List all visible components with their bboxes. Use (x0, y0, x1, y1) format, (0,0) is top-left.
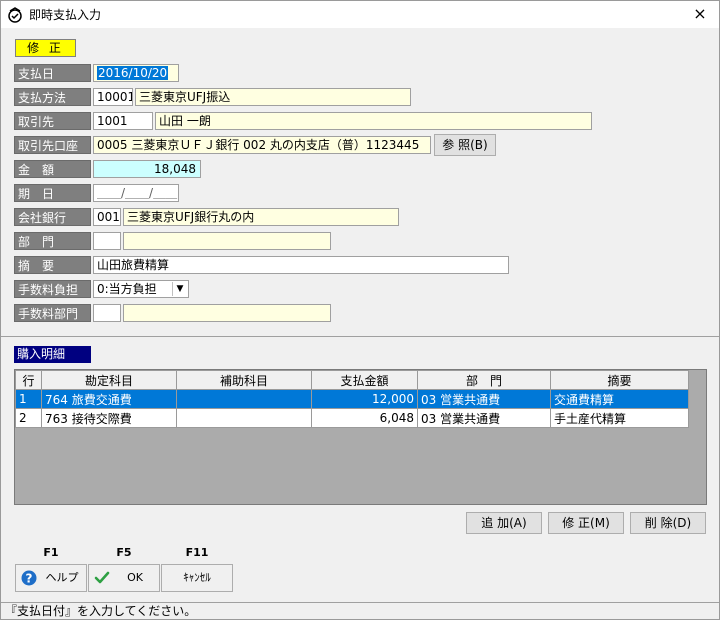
table-header-row: 行 勘定科目 補助科目 支払金額 部 門 摘要 (15, 370, 689, 390)
cancel-button-label: ｷｬﾝｾﾙ (183, 571, 211, 584)
cell-department: 03 営業共通費 (417, 408, 551, 428)
col-header-memo[interactable]: 摘要 (550, 370, 689, 390)
ok-button[interactable]: OK (88, 564, 160, 592)
table-row[interactable]: 1 764 旅費交通費 12,000 03 営業共通費 交通費精算 (15, 389, 689, 409)
pay-date-label: 支払日 (14, 64, 91, 82)
account-code: 764 (45, 392, 68, 407)
f5-key-label: F5 (116, 546, 132, 559)
help-button-label: ヘルプ (45, 571, 79, 584)
payee-account-label: 取引先口座 (14, 136, 91, 154)
table-row[interactable]: 2 763 接待交際費 6,048 03 営業共通費 手土産代精算 (15, 408, 689, 428)
cell-account: 763 接待交際費 (41, 408, 177, 428)
chevron-down-icon: ▼ (172, 282, 187, 296)
payee-name: 山田 一朗 (155, 112, 592, 130)
memo-field[interactable]: 山田旅費精算 (93, 256, 509, 274)
col-header-amount[interactable]: 支払金額 (311, 370, 418, 390)
due-date-label: 期 日 (14, 184, 91, 202)
col-header-account[interactable]: 勘定科目 (41, 370, 177, 390)
fee-burden-value: 0:当方負担 (97, 282, 157, 296)
detail-section-label: 購入明細 (14, 346, 91, 363)
department-name: 営業共通費 (440, 411, 501, 426)
fee-department-code-field[interactable] (93, 304, 121, 322)
title-bar: 即時支払入力 × (1, 1, 719, 28)
cell-line: 2 (15, 408, 42, 428)
detail-table: 行 勘定科目 補助科目 支払金額 部 門 摘要 1 764 旅費交通費 12,0… (15, 370, 689, 428)
divider (1, 336, 719, 337)
payee-code-field[interactable]: 1001 (93, 112, 153, 130)
fee-burden-label: 手数料負担 (14, 280, 91, 298)
payee-label: 取引先 (14, 112, 91, 130)
company-bank-name: 三菱東京UFJ銀行丸の内 (123, 208, 399, 226)
cell-account: 764 旅費交通費 (41, 389, 177, 409)
close-button[interactable]: × (687, 3, 713, 25)
pay-method-name: 三菱東京UFJ振込 (135, 88, 411, 106)
detail-grid[interactable]: 行 勘定科目 補助科目 支払金額 部 門 摘要 1 764 旅費交通費 12,0… (14, 369, 707, 505)
window-title: 即時支払入力 (29, 8, 102, 22)
reference-button[interactable]: 参 照(B) (434, 134, 496, 156)
department-name: 営業共通費 (440, 392, 501, 407)
pay-method-code-field[interactable]: 10001 (93, 88, 133, 106)
add-button[interactable]: 追 加(A) (466, 512, 542, 534)
check-icon (94, 571, 110, 584)
account-name: 旅費交通費 (71, 392, 132, 407)
ok-button-label: OK (127, 571, 143, 584)
cell-subaccount (176, 389, 312, 409)
amount-value: 18,048 (93, 160, 201, 178)
payment-entry-window: 即時支払入力 × 修 正 支払日 2016/10/20 支払方法 10001 三… (0, 0, 720, 620)
f11-key-label: F11 (185, 546, 209, 559)
fee-department-label: 手数料部門 (14, 304, 91, 322)
pay-method-label: 支払方法 (14, 88, 91, 106)
company-bank-code-field[interactable]: 001 (93, 208, 121, 226)
cell-memo: 交通費精算 (550, 389, 689, 409)
pay-date-field[interactable]: 2016/10/20 (93, 64, 179, 82)
delete-button[interactable]: 削 除(D) (630, 512, 706, 534)
col-header-subaccount[interactable]: 補助科目 (176, 370, 312, 390)
cancel-button[interactable]: ｷｬﾝｾﾙ (161, 564, 233, 592)
svg-text:?: ? (26, 572, 33, 586)
company-bank-label: 会社銀行 (14, 208, 91, 226)
fee-department-name (123, 304, 331, 322)
col-header-line[interactable]: 行 (15, 370, 42, 390)
department-code: 03 (421, 411, 437, 426)
account-code: 763 (45, 411, 68, 426)
payee-account-field[interactable]: 0005 三菱東京ＵＦＪ銀行 002 丸の内支店（普）1123445 (93, 136, 431, 154)
edit-button[interactable]: 修 正(M) (548, 512, 624, 534)
cell-department: 03 営業共通費 (417, 389, 551, 409)
f1-key-label: F1 (43, 546, 59, 559)
help-icon: ? (21, 570, 37, 586)
fee-burden-select[interactable]: 0:当方負担 ▼ (93, 280, 189, 298)
cell-memo: 手土産代精算 (550, 408, 689, 428)
department-code: 03 (421, 392, 437, 407)
department-code-field[interactable] (93, 232, 121, 250)
status-bar: 『支払日付』を入力してください。 (1, 602, 719, 619)
account-name: 接待交際費 (71, 411, 132, 426)
help-button[interactable]: ? ヘルプ (15, 564, 87, 592)
cell-amount: 12,000 (311, 389, 418, 409)
app-icon (8, 7, 22, 23)
mode-badge: 修 正 (15, 39, 76, 57)
col-header-department[interactable]: 部 門 (417, 370, 551, 390)
amount-label: 金 額 (14, 160, 91, 178)
due-date-field[interactable]: ＿＿/＿＿/＿＿ (93, 184, 179, 202)
memo-label: 摘 要 (14, 256, 91, 274)
cell-line: 1 (15, 389, 42, 409)
cell-subaccount (176, 408, 312, 428)
department-name (123, 232, 331, 250)
cell-amount: 6,048 (311, 408, 418, 428)
pay-date-value: 2016/10/20 (97, 66, 169, 80)
department-label: 部 門 (14, 232, 91, 250)
